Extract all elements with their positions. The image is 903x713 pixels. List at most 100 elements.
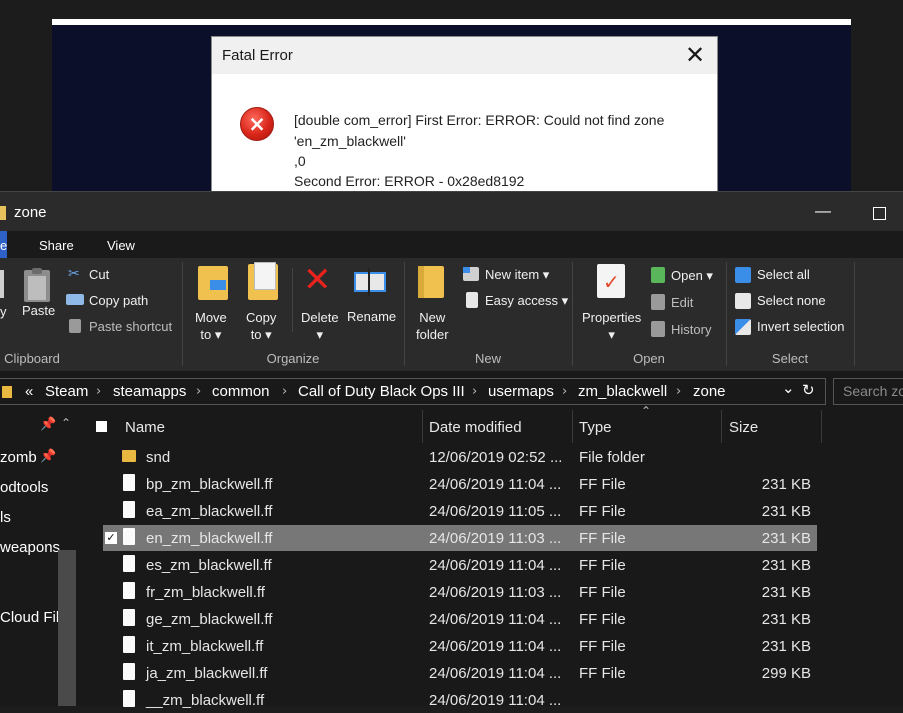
table-row[interactable]: es_zm_blackwell.ff 24/06/2019 11:04 ... FF… [103,552,817,578]
select-none-icon [735,293,751,309]
breadcrumb-item[interactable]: steamapps [113,383,186,400]
table-row[interactable]: snd 12/06/2019 02:52 ... File folder [103,444,817,470]
address-dropdown-icon[interactable]: ⌄ [782,379,795,397]
file-type: FF File [579,611,626,628]
open-button[interactable]: Open ▾ [671,268,713,284]
file-type: File folder [579,449,645,466]
group-label-organize: Organize [266,351,320,366]
maximize-button[interactable] [856,200,902,226]
breadcrumb-separator[interactable]: › [676,384,681,399]
breadcrumb-item[interactable]: Call of Duty Black Ops III [298,383,465,400]
edit-button[interactable]: Edit [671,295,693,310]
breadcrumb-overflow[interactable]: « [25,383,33,400]
fatal-error-dialog: Fatal Error ✕ × [double com_error] First… [211,36,718,196]
new-item-button[interactable]: New item ▾ [485,267,549,283]
file-name: snd [146,449,171,466]
table-row[interactable]: ✓ en_zm_blackwell.ff 24/06/2019 11:03 ... F… [103,525,817,551]
table-row[interactable]: bp_zm_blackwell.ff 24/06/2019 11:04 ... FF… [103,471,817,497]
file-icon [123,636,135,653]
column-divider[interactable] [572,410,573,443]
table-row[interactable]: ge_zm_blackwell.ff 24/06/2019 11:04 ... FF… [103,606,817,632]
file-size: 231 KB [761,557,811,574]
select-all-button[interactable]: Select all [757,267,810,282]
breadcrumb-item[interactable]: zone [693,383,726,400]
nav-scrollbar-thumb[interactable] [58,550,76,706]
file-date: 24/06/2019 11:04 ... [429,557,562,574]
search-input[interactable]: Search zo [833,378,903,405]
pin-label[interactable]: y [0,304,7,319]
column-divider[interactable] [721,410,722,443]
group-label-clipboard: Clipboard [4,351,60,366]
breadcrumb-item[interactable]: common [212,383,270,400]
table-row[interactable]: __zm_blackwell.ff 24/06/2019 11:04 ... [103,687,817,713]
breadcrumb-separator[interactable]: › [196,384,201,399]
copy-to-icon[interactable] [248,262,278,300]
cut-button[interactable]: Cut [89,267,109,282]
rename-icon[interactable] [354,268,386,296]
invert-selection-icon [735,319,751,335]
error-message-line: ,0 [294,153,306,169]
file-icon [123,609,135,626]
column-header-size[interactable]: Size [729,419,758,436]
group-label-new: New [474,351,501,366]
address-bar[interactable]: « Steam › steamapps › common › Call of D… [0,378,826,405]
copy-path-button[interactable]: Copy path [89,293,148,308]
copy-to-button[interactable]: Copy to ▾ [246,309,276,343]
file-size: 231 KB [761,611,811,628]
breadcrumb-separator[interactable]: › [96,384,101,399]
nav-item[interactable]: odtools [0,479,48,496]
paste-button[interactable]: Paste [22,303,55,318]
table-row[interactable]: it_zm_blackwell.ff 24/06/2019 11:04 ... FF… [103,633,817,659]
file-type: FF File [579,665,626,682]
pin-icon [0,270,4,298]
column-header-type[interactable]: Type [579,419,612,436]
paste-shortcut-button[interactable]: Paste shortcut [89,319,172,334]
breadcrumb-separator[interactable]: › [282,384,287,399]
tab-share[interactable]: Share [39,238,74,253]
delete-button[interactable]: Delete ▾ [301,309,339,343]
invert-selection-button[interactable]: Invert selection [757,319,844,334]
breadcrumb-separator[interactable]: › [472,384,477,399]
error-message-line: 'en_zm_blackwell' [294,133,406,149]
breadcrumb-separator[interactable]: › [562,384,567,399]
tab-view[interactable]: View [107,238,135,253]
column-header-name[interactable]: Name [125,419,165,436]
properties-icon[interactable]: ✓ [597,264,625,298]
window-title: zone [14,204,47,221]
minimize-button[interactable]: — [800,200,846,226]
table-row[interactable]: fr_zm_blackwell.ff 24/06/2019 11:03 ... FF… [103,579,817,605]
table-row[interactable]: ea_zm_blackwell.ff 24/06/2019 11:05 ... FF… [103,498,817,524]
row-checkbox[interactable]: ✓ [105,532,117,544]
explorer-titlebar[interactable]: zone — [0,191,903,231]
history-button[interactable]: History [671,322,711,337]
easy-access-button[interactable]: Easy access ▾ [485,293,568,309]
properties-button[interactable]: Properties ▾ [582,309,641,343]
history-icon [651,321,665,337]
refresh-icon[interactable]: ↻ [802,381,815,399]
breadcrumb-item[interactable]: Steam [45,383,88,400]
column-divider[interactable] [821,410,822,443]
select-all-checkbox[interactable] [96,421,107,432]
nav-item[interactable]: weapons [0,539,60,556]
scroll-up-icon[interactable]: ⌃ [61,416,71,430]
column-header-date[interactable]: Date modified [429,419,522,436]
breadcrumb-item[interactable]: usermaps [488,383,554,400]
new-folder-icon[interactable] [418,266,444,298]
move-to-icon[interactable] [198,266,228,300]
rename-button[interactable]: Rename [347,309,396,324]
folder-icon [122,450,136,462]
edit-icon [651,294,665,310]
nav-item[interactable]: ls [0,509,11,526]
breadcrumb-item[interactable]: zm_blackwell [578,383,667,400]
select-none-button[interactable]: Select none [757,293,826,308]
paste-icon[interactable] [24,268,50,302]
column-divider[interactable] [422,410,423,443]
tab-home-label[interactable]: e [0,238,7,253]
new-folder-button[interactable]: New folder [416,309,449,343]
table-row[interactable]: ja_zm_blackwell.ff 24/06/2019 11:04 ... FF… [103,660,817,686]
ribbon-divider [292,268,293,332]
nav-item[interactable]: zomb [0,449,37,466]
close-icon[interactable]: ✕ [677,40,713,70]
move-to-button[interactable]: Move to ▾ [195,309,227,343]
delete-icon[interactable]: ✕ [303,262,332,298]
